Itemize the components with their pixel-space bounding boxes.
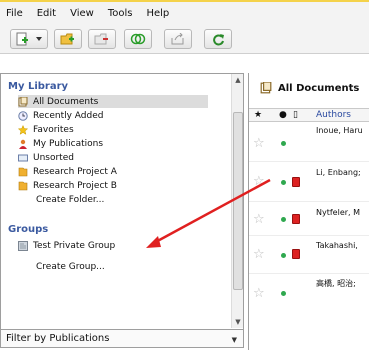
unread-dot-icon bbox=[281, 217, 286, 222]
new-document-icon bbox=[16, 32, 42, 46]
add-folder-button[interactable] bbox=[54, 29, 82, 49]
author-cell: Takahashi, bbox=[316, 241, 358, 250]
unread-dot-icon bbox=[281, 180, 286, 185]
share-button[interactable] bbox=[164, 29, 192, 49]
table-row[interactable]: ☆ Li, Enbang; bbox=[249, 162, 369, 202]
sidebar-item-recently-added[interactable]: Recently Added bbox=[18, 109, 103, 122]
tray-icon bbox=[18, 154, 28, 161]
pdf-icon[interactable] bbox=[292, 249, 300, 259]
author-cell: 高橋, 昭治; bbox=[316, 279, 356, 288]
menu-edit[interactable]: Edit bbox=[37, 8, 56, 19]
menu-bar: File Edit View Tools Help bbox=[0, 2, 369, 24]
chevron-down-icon: ▼ bbox=[231, 336, 237, 344]
authors-column-header[interactable]: Authors bbox=[316, 110, 351, 120]
documents-header: All Documents bbox=[260, 82, 359, 94]
sidebar-item-test-private-group[interactable]: Test Private Group bbox=[18, 239, 115, 252]
refresh-icon bbox=[213, 34, 224, 46]
favorite-star-icon[interactable]: ☆ bbox=[253, 136, 265, 151]
create-group-link[interactable]: Create Group... bbox=[36, 260, 105, 273]
refresh-button[interactable] bbox=[204, 29, 232, 49]
menu-help[interactable]: Help bbox=[146, 8, 169, 19]
sidebar-item-research-project-b[interactable]: Research Project B bbox=[18, 179, 117, 192]
unread-dot-icon bbox=[281, 291, 286, 296]
add-document-button[interactable] bbox=[10, 29, 48, 49]
favorite-column-star-icon[interactable]: ★ bbox=[254, 110, 262, 120]
pdf-icon[interactable] bbox=[292, 177, 300, 187]
sidebar-item-unsorted[interactable]: Unsorted bbox=[18, 151, 74, 164]
menu-tools[interactable]: Tools bbox=[108, 8, 133, 19]
menu-file[interactable]: File bbox=[6, 8, 23, 19]
create-folder-link[interactable]: Create Folder... bbox=[36, 193, 104, 206]
table-row[interactable]: ☆ Nytfeler, M bbox=[249, 202, 369, 236]
sidebar-item-label: Favorites bbox=[33, 124, 74, 135]
groups-heading: Groups bbox=[8, 224, 49, 235]
sidebar-item-label: Recently Added bbox=[33, 110, 104, 121]
star-icon bbox=[18, 124, 28, 135]
sidebar-item-label: Unsorted bbox=[33, 152, 74, 163]
table-row[interactable]: ☆ Inoue, Haru bbox=[249, 122, 369, 162]
create-folder-label: Create Folder... bbox=[36, 194, 105, 205]
read-status-column-dot-icon[interactable]: ● bbox=[279, 110, 287, 120]
person-icon bbox=[19, 139, 27, 149]
menu-view[interactable]: View bbox=[70, 8, 94, 19]
add-folder-icon bbox=[60, 33, 74, 45]
sidebar-item-label: Research Project B bbox=[33, 180, 117, 191]
documents-icon bbox=[18, 96, 28, 106]
scroll-down-icon[interactable]: ▼ bbox=[232, 316, 244, 328]
attachment-column-icon[interactable]: ▯ bbox=[293, 110, 298, 120]
author-cell: Inoue, Haru bbox=[316, 126, 363, 135]
sidebar-item-label: My Publications bbox=[33, 138, 104, 149]
favorite-star-icon[interactable]: ☆ bbox=[253, 212, 265, 227]
toolbar bbox=[0, 24, 369, 54]
create-group-label: Create Group... bbox=[36, 261, 105, 272]
unread-dot-icon bbox=[281, 253, 286, 258]
remove-folder-icon bbox=[94, 33, 108, 45]
favorite-star-icon[interactable]: ☆ bbox=[253, 174, 265, 189]
sidebar-item-favorites[interactable]: Favorites bbox=[18, 123, 74, 136]
scrollbar-thumb[interactable] bbox=[233, 112, 243, 290]
documents-title: All Documents bbox=[278, 82, 360, 94]
clock-icon bbox=[18, 110, 28, 121]
sync-group-button[interactable] bbox=[124, 29, 152, 49]
folder-icon bbox=[18, 167, 28, 176]
favorite-star-icon[interactable]: ☆ bbox=[253, 247, 265, 262]
sidebar-item-all-documents[interactable]: All Documents bbox=[18, 95, 208, 108]
sidebar-item-label: Research Project A bbox=[33, 166, 117, 177]
sidebar-item-label: Test Private Group bbox=[33, 240, 116, 251]
table-row[interactable]: ☆ 高橋, 昭治; bbox=[249, 274, 369, 314]
scroll-up-icon[interactable]: ▲ bbox=[232, 74, 244, 86]
sidebar-item-my-publications[interactable]: My Publications bbox=[18, 137, 103, 150]
unread-dot-icon bbox=[281, 141, 286, 146]
sidebar-item-label: All Documents bbox=[33, 96, 99, 107]
library-scrollbar[interactable]: ▲ ▼ bbox=[231, 74, 243, 328]
author-cell: Nytfeler, M bbox=[316, 208, 361, 217]
my-library-heading: My Library bbox=[8, 81, 69, 92]
filter-dropdown[interactable]: Filter by Publications ▼ bbox=[0, 329, 244, 348]
sync-group-icon bbox=[130, 33, 146, 45]
table-row[interactable]: ☆ Takahashi, bbox=[249, 236, 369, 274]
sidebar-item-research-project-a[interactable]: Research Project A bbox=[18, 165, 117, 178]
group-icon bbox=[18, 240, 28, 251]
pdf-icon[interactable] bbox=[292, 214, 300, 224]
documents-icon bbox=[260, 82, 272, 94]
favorite-star-icon[interactable]: ☆ bbox=[253, 286, 265, 301]
folder-icon bbox=[18, 181, 28, 190]
column-header-row: ★ ● ▯ Authors bbox=[249, 108, 369, 122]
share-icon bbox=[171, 33, 184, 45]
remove-folder-button[interactable] bbox=[88, 29, 116, 49]
filter-dropdown-value: Filter by Publications bbox=[6, 333, 110, 344]
author-cell: Li, Enbang; bbox=[316, 168, 361, 177]
